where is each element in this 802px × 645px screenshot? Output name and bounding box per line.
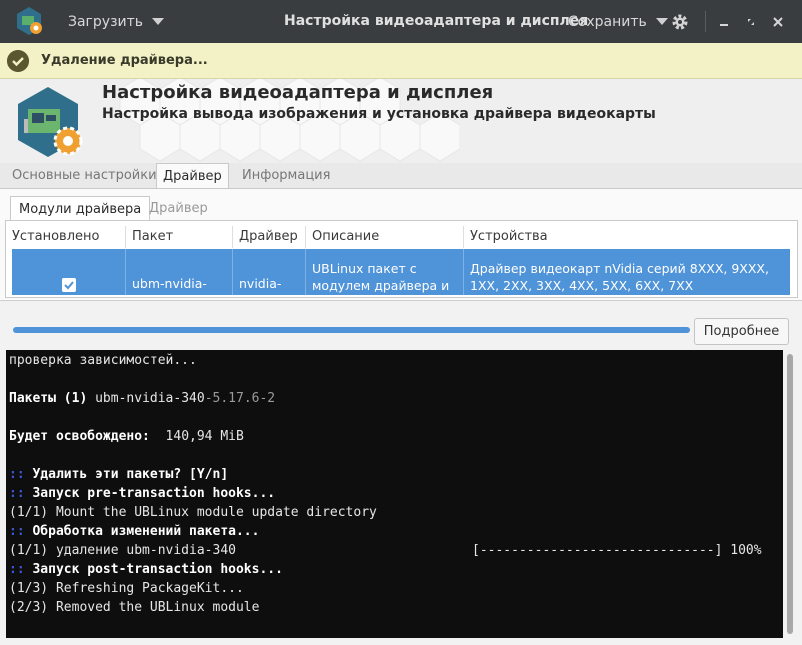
- terminal-line: (1/1) Mount the UBLinux module update di…: [9, 505, 377, 520]
- terminal-line: (1/3) Refreshing PackageKit...: [9, 581, 244, 596]
- save-menu-button[interactable]: Сохранить: [560, 0, 676, 43]
- terminal-line: :: Запуск post-transaction hooks...: [9, 562, 283, 577]
- terminal-line: проверка зависимостей...: [9, 353, 197, 368]
- details-button[interactable]: Подробнее: [694, 318, 789, 345]
- package-cell: ubm-nvidia-340: [125, 249, 232, 295]
- app-icon: [17, 7, 42, 35]
- description-cell: UBLinux пакет с модулем драйвера и: [305, 249, 463, 295]
- terminal-line: Будет освобождено: 140,94 MiB: [9, 429, 244, 444]
- checkmark-icon: [7, 50, 29, 72]
- load-menu-button[interactable]: Загрузить: [60, 0, 172, 43]
- column-installed[interactable]: Установлено: [6, 226, 124, 248]
- column-driver[interactable]: Драйвер: [232, 226, 305, 248]
- titlebar-separator: [705, 11, 706, 32]
- terminal-line: Пакеты (1) ubm-nvidia-340-5.17.6-2: [9, 391, 276, 406]
- scrollbar-thumb[interactable]: [787, 354, 793, 634]
- load-label: Загрузить: [68, 13, 144, 30]
- gear-icon[interactable]: [668, 10, 692, 34]
- status-banner: Удаление драйвера...: [0, 43, 802, 79]
- page-title: Настройка видеоадаптера и дисплея: [102, 82, 494, 103]
- column-description[interactable]: Описание: [305, 226, 463, 248]
- terminal-progress-line: [------------------------------] 100%: [472, 543, 762, 558]
- terminal-line: :: Обработка изменений пакета...: [9, 524, 260, 539]
- column-package[interactable]: Пакет: [125, 226, 232, 248]
- minimize-icon[interactable]: [714, 12, 734, 32]
- terminal-line: :: Запуск pre-transaction hooks...: [9, 486, 276, 501]
- tab-basic-settings[interactable]: Основные настройки: [6, 163, 163, 189]
- table-row[interactable]: ubm-nvidia-340 nvidia-340 UBLinux пакет …: [12, 249, 790, 295]
- chevron-down-icon: [152, 18, 165, 25]
- app-header: Настройка видеоадаптера и дисплея Настро…: [0, 79, 802, 163]
- installed-cell: [12, 249, 125, 295]
- chevron-down-icon: [655, 18, 668, 25]
- save-label: Сохранить: [568, 13, 647, 30]
- devices-cell: Драйвер видеокарт nVidia серий 8XXX, 9XX…: [463, 249, 790, 295]
- page-subtitle: Настройка вывода изображения и установка…: [102, 106, 656, 122]
- terminal-line: :: Удалить эти пакеты? [Y/n]: [9, 467, 229, 482]
- tab-driver-modules[interactable]: Модули драйвера: [10, 196, 151, 221]
- tab-driver[interactable]: Драйвер: [156, 163, 229, 189]
- terminal-output: проверка зависимостей... Пакеты (1) ubm-…: [6, 350, 783, 638]
- title-bar: Загрузить Настройка видеоадаптера и дисп…: [0, 0, 802, 43]
- table-header: Установлено Пакет Драйвер Описание Устро…: [6, 226, 792, 248]
- window-title: Настройка видеоадаптера и дисплея: [284, 13, 589, 29]
- driver-cell: nvidia-340: [232, 249, 305, 295]
- tab-information[interactable]: Информация: [236, 163, 336, 189]
- video-card-logo-icon: [18, 87, 83, 157]
- column-devices[interactable]: Устройства: [463, 226, 792, 248]
- status-text: Удаление драйвера...: [41, 53, 208, 68]
- maximize-icon[interactable]: [741, 12, 761, 32]
- tab-driver-sub[interactable]: Драйвер: [141, 196, 216, 221]
- main-tabs: Основные настройки Драйвер Информация: [0, 163, 802, 189]
- terminal-line: (2/3) Removed the UBLinux module: [9, 600, 260, 615]
- close-icon[interactable]: [768, 12, 788, 32]
- checkbox-checked-icon[interactable]: [62, 278, 76, 292]
- terminal-line: (1/1) удаление ubm-nvidia-340: [9, 543, 236, 558]
- progress-bar: [13, 327, 690, 333]
